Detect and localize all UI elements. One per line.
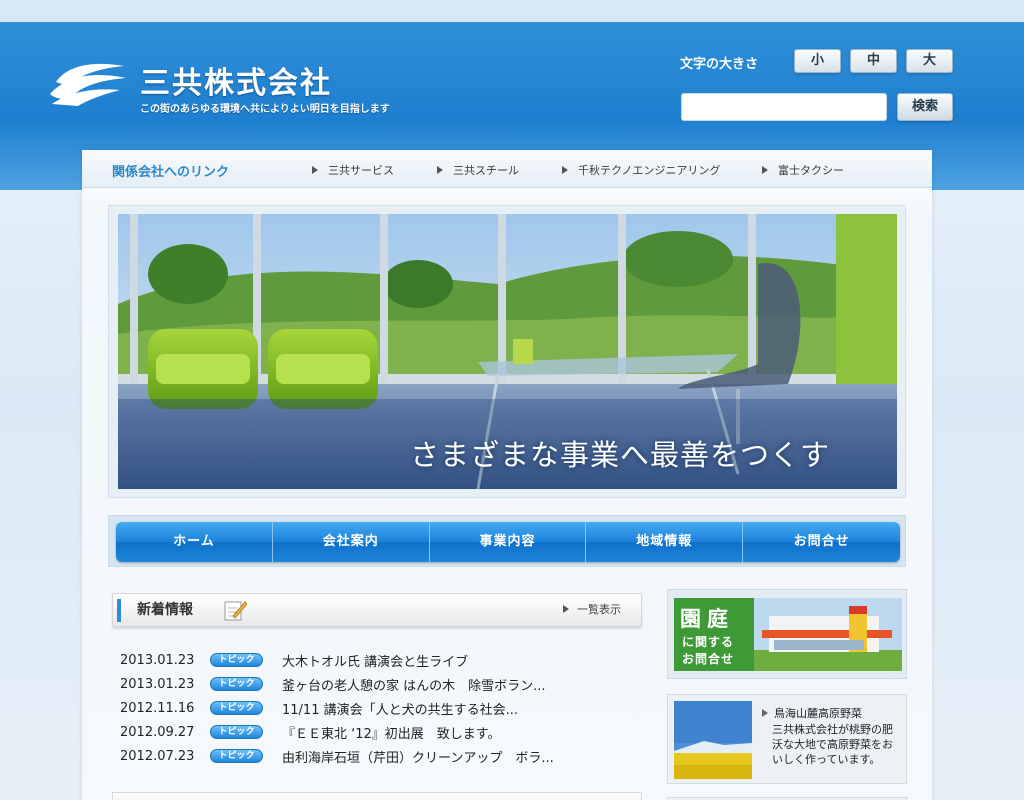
nav-business[interactable]: 事業内容	[430, 522, 587, 562]
nav-home[interactable]: ホーム	[116, 522, 273, 562]
wave-logo-icon	[50, 63, 126, 106]
tagline: この街のあらゆる環境へ共によりよい明日を目指します	[140, 104, 390, 115]
related-link-fuji-taxi[interactable]: 富士タクシー	[762, 162, 844, 178]
topic-badge: トピック	[210, 725, 263, 739]
related-link-senshu-techno[interactable]: 千秋テクノエンジニアリング	[562, 162, 720, 178]
news-item[interactable]: 2012.09.27 トピック 『ＥＥ東北 ‘12』初出展 致します。	[120, 722, 501, 742]
news-link[interactable]: 由利海岸石垣（芹田）クリーンアップ ボラ...	[282, 747, 554, 766]
font-size-small-button[interactable]: 小	[794, 49, 841, 73]
arrow-right-icon	[762, 709, 768, 717]
news-link[interactable]: 釜ヶ台の老人憩の家 はんの木 除雪ボラン...	[282, 675, 546, 694]
related-link-sankyo-service[interactable]: 三共サービス	[312, 162, 394, 178]
search-input[interactable]	[681, 93, 887, 121]
news-link[interactable]: 『ＥＥ東北 ‘12』初出展 致します。	[282, 723, 501, 742]
global-nav: ホーム 会社案内 事業内容 地域情報 お問合せ	[116, 522, 900, 562]
news-link[interactable]: 大木トオル氏 講演会と生ライブ	[282, 651, 468, 670]
news-date: 2012.11.16	[120, 700, 195, 716]
news-title: 新着情報	[137, 602, 193, 618]
topic-badge: トピック	[210, 749, 263, 763]
news-item[interactable]: 2013.01.23 トピック 釜ヶ台の老人憩の家 はんの木 除雪ボラン...	[120, 674, 546, 694]
vegetables-title[interactable]: 鳥海山麓高原野菜	[762, 705, 862, 721]
next-section-header	[112, 792, 642, 800]
topic-badge: トピック	[210, 653, 263, 667]
news-date: 2012.07.23	[120, 748, 195, 764]
font-size-medium-button[interactable]: 中	[850, 49, 897, 73]
arrow-right-icon	[762, 166, 768, 174]
news-item[interactable]: 2013.01.23 トピック 大木トオル氏 講演会と生ライブ	[120, 650, 468, 670]
news-item[interactable]: 2012.07.23 トピック 由利海岸石垣（芹田）クリーンアップ ボラ...	[120, 746, 554, 766]
search-button[interactable]: 検索	[897, 93, 953, 121]
font-size-label: 文字の大きさ	[680, 57, 759, 72]
news-date: 2012.09.27	[120, 724, 195, 740]
news-item[interactable]: 2012.11.16 トピック 11/11 講演会「人と犬の共生する社会...	[120, 698, 518, 718]
related-link-sankyo-steel[interactable]: 三共スチール	[437, 162, 519, 178]
topic-badge: トピック	[210, 701, 263, 715]
vegetables-description: 三共株式会社が桃野の肥沃な大地で高原野菜をおいしく作っています。	[772, 723, 893, 766]
news-link[interactable]: 11/11 講演会「人と犬の共生する社会...	[282, 699, 518, 718]
hero-caption: さまざまな事業へ最善をつくす	[410, 438, 831, 472]
news-header-accent	[117, 599, 121, 622]
nav-company[interactable]: 会社案内	[273, 522, 430, 562]
related-links-title: 関係会社へのリンク	[112, 165, 230, 180]
arrow-right-icon	[312, 166, 318, 174]
news-more-link[interactable]: 一覧表示	[563, 601, 621, 617]
arrow-right-icon	[562, 166, 568, 174]
highland-vegetables-box[interactable]: 鳥海山麓高原野菜 三共株式会社が桃野の肥沃な大地で高原野菜をおいしく作っています…	[667, 694, 907, 784]
company-name[interactable]: 三共株式会社	[140, 58, 332, 102]
news-header: 新着情報 一覧表示	[112, 593, 642, 627]
garden-inquiry-banner[interactable]: 園庭 に関する お問合せ	[667, 589, 907, 679]
topic-badge: トピック	[210, 677, 263, 691]
arrow-right-icon	[437, 166, 443, 174]
font-size-large-button[interactable]: 大	[906, 49, 953, 73]
related-links-bar: 関係会社へのリンク 三共サービス 三共スチール 千秋テクノエンジニアリング 富士…	[82, 150, 932, 188]
memo-pencil-icon	[224, 601, 247, 621]
company-logo[interactable]	[48, 60, 128, 108]
news-date: 2013.01.23	[120, 676, 195, 692]
garden-label: 園庭 に関する お問合せ	[674, 598, 754, 671]
news-date: 2013.01.23	[120, 652, 195, 668]
arrow-right-icon	[563, 605, 569, 613]
nav-contact[interactable]: お問合せ	[743, 522, 900, 562]
nav-region[interactable]: 地域情報	[586, 522, 744, 562]
rapeseed-field-image	[674, 701, 752, 779]
